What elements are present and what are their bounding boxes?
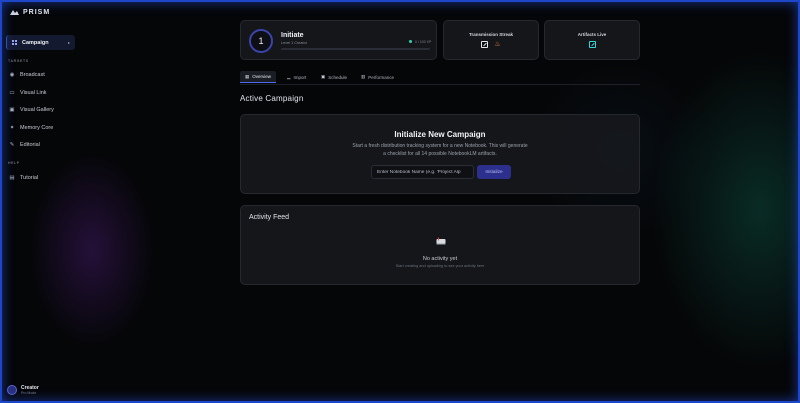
new-campaign-description: Start a fresh distribution tracking syst… bbox=[352, 143, 528, 157]
background bbox=[0, 0, 800, 403]
overview-icon: ▦ bbox=[245, 73, 250, 79]
new-campaign-card: Initialize New Campaign Start a fresh di… bbox=[240, 114, 640, 194]
user-role: Pro Mode bbox=[21, 391, 37, 395]
prism-icon bbox=[10, 10, 19, 15]
empty-state-subtitle: Start creating and uploading to see your… bbox=[395, 264, 485, 268]
new-campaign-title: Initialize New Campaign bbox=[394, 130, 486, 139]
initialize-button[interactable]: Initialize bbox=[477, 165, 511, 179]
chart-icon: ▥ bbox=[361, 74, 366, 79]
sidebar-item-visual-gallery[interactable]: ▣ Visual Gallery bbox=[9, 105, 54, 115]
sidebar: PRISM Campaign ▸ TARGETS ◉ Broadcast ▭ V… bbox=[0, 0, 82, 403]
sidebar-item-broadcast[interactable]: ◉ Broadcast bbox=[9, 70, 45, 80]
tab-label: Schedule bbox=[328, 74, 348, 80]
book-icon: ▤ bbox=[9, 175, 15, 181]
empty-state-title: No activity yet bbox=[422, 256, 458, 262]
flame-icon: ♨ bbox=[494, 41, 501, 48]
page-title: Active Campaign bbox=[240, 94, 304, 103]
campaign-button[interactable]: Campaign ▸ bbox=[6, 35, 75, 50]
sidebar-item-editorial[interactable]: ✎ Editorial bbox=[9, 140, 40, 150]
tab-label: Performance bbox=[368, 74, 395, 80]
rank-title: Initiate bbox=[281, 32, 304, 39]
notebook-name-input[interactable] bbox=[371, 165, 474, 179]
streak-card: Transmission Streak ♨ bbox=[443, 20, 539, 60]
sidebar-item-label: Memory Core bbox=[20, 125, 54, 131]
sidebar-item-label: Editorial bbox=[20, 142, 40, 148]
memory-icon: ✦ bbox=[9, 125, 15, 131]
grid-icon bbox=[12, 40, 17, 45]
level-card: 1 Initiate Level 1 Creator 0 / 100 XP bbox=[240, 20, 437, 60]
streak-title: Transmission Streak bbox=[468, 32, 514, 37]
section-label-targets: TARGETS bbox=[8, 59, 29, 63]
activity-feed-card: Activity Feed No activity yet Start crea… bbox=[240, 205, 640, 285]
tab-schedule[interactable]: ▣ Schedule bbox=[316, 71, 352, 83]
tab-label: Import bbox=[293, 74, 307, 80]
gallery-icon: ▣ bbox=[9, 107, 15, 113]
sidebar-item-visual-link[interactable]: ▭ Visual Link bbox=[9, 88, 47, 98]
sidebar-item-tutorial[interactable]: ▤ Tutorial bbox=[9, 173, 38, 183]
section-label-help: HELP bbox=[8, 161, 20, 165]
tab-overview[interactable]: ▦ Overview bbox=[240, 71, 277, 83]
calendar-icon: ▣ bbox=[321, 74, 326, 79]
sidebar-item-memory-core[interactable]: ✦ Memory Core bbox=[9, 123, 54, 133]
sidebar-item-label: Broadcast bbox=[20, 72, 45, 78]
tab-label: Overview bbox=[252, 74, 272, 79]
xp-text: 0 / 100 XP bbox=[415, 40, 432, 44]
avatar bbox=[7, 385, 17, 395]
artifacts-card: Artifacts Live bbox=[544, 20, 640, 60]
tab-import[interactable]: ▁ Import bbox=[282, 71, 311, 83]
mailbox-icon bbox=[436, 237, 446, 245]
tab-bar: ▦ Overview ▁ Import ▣ Schedule ▥ Perform… bbox=[240, 70, 640, 85]
edit-icon: ✎ bbox=[9, 142, 15, 148]
tab-performance[interactable]: ▥ Performance bbox=[356, 71, 399, 83]
xp-progress-bar bbox=[281, 48, 430, 50]
rank-subtitle: Level 1 Creator bbox=[281, 41, 307, 45]
sidebar-item-label: Visual Link bbox=[20, 90, 47, 96]
sidebar-item-label: Visual Gallery bbox=[20, 107, 54, 113]
campaign-label: Campaign bbox=[22, 39, 49, 46]
activity-feed-title: Activity Feed bbox=[249, 214, 290, 221]
artifact-live-icon bbox=[588, 41, 596, 48]
link-icon: ▭ bbox=[9, 90, 15, 96]
import-icon: ▁ bbox=[287, 74, 291, 79]
level-badge: 1 bbox=[249, 29, 273, 53]
artifacts-title: Artifacts Live bbox=[577, 32, 607, 37]
sidebar-item-label: Tutorial bbox=[20, 175, 39, 181]
broadcast-icon: ◉ bbox=[9, 72, 15, 78]
xp-indicator-icon bbox=[409, 40, 412, 43]
user-profile[interactable]: Creator Pro Mode bbox=[7, 385, 39, 395]
brand-logo[interactable]: PRISM bbox=[10, 9, 50, 16]
chevron-right-icon: ▸ bbox=[67, 40, 70, 45]
artifact-icon bbox=[481, 41, 489, 48]
brand-name: PRISM bbox=[23, 9, 51, 16]
